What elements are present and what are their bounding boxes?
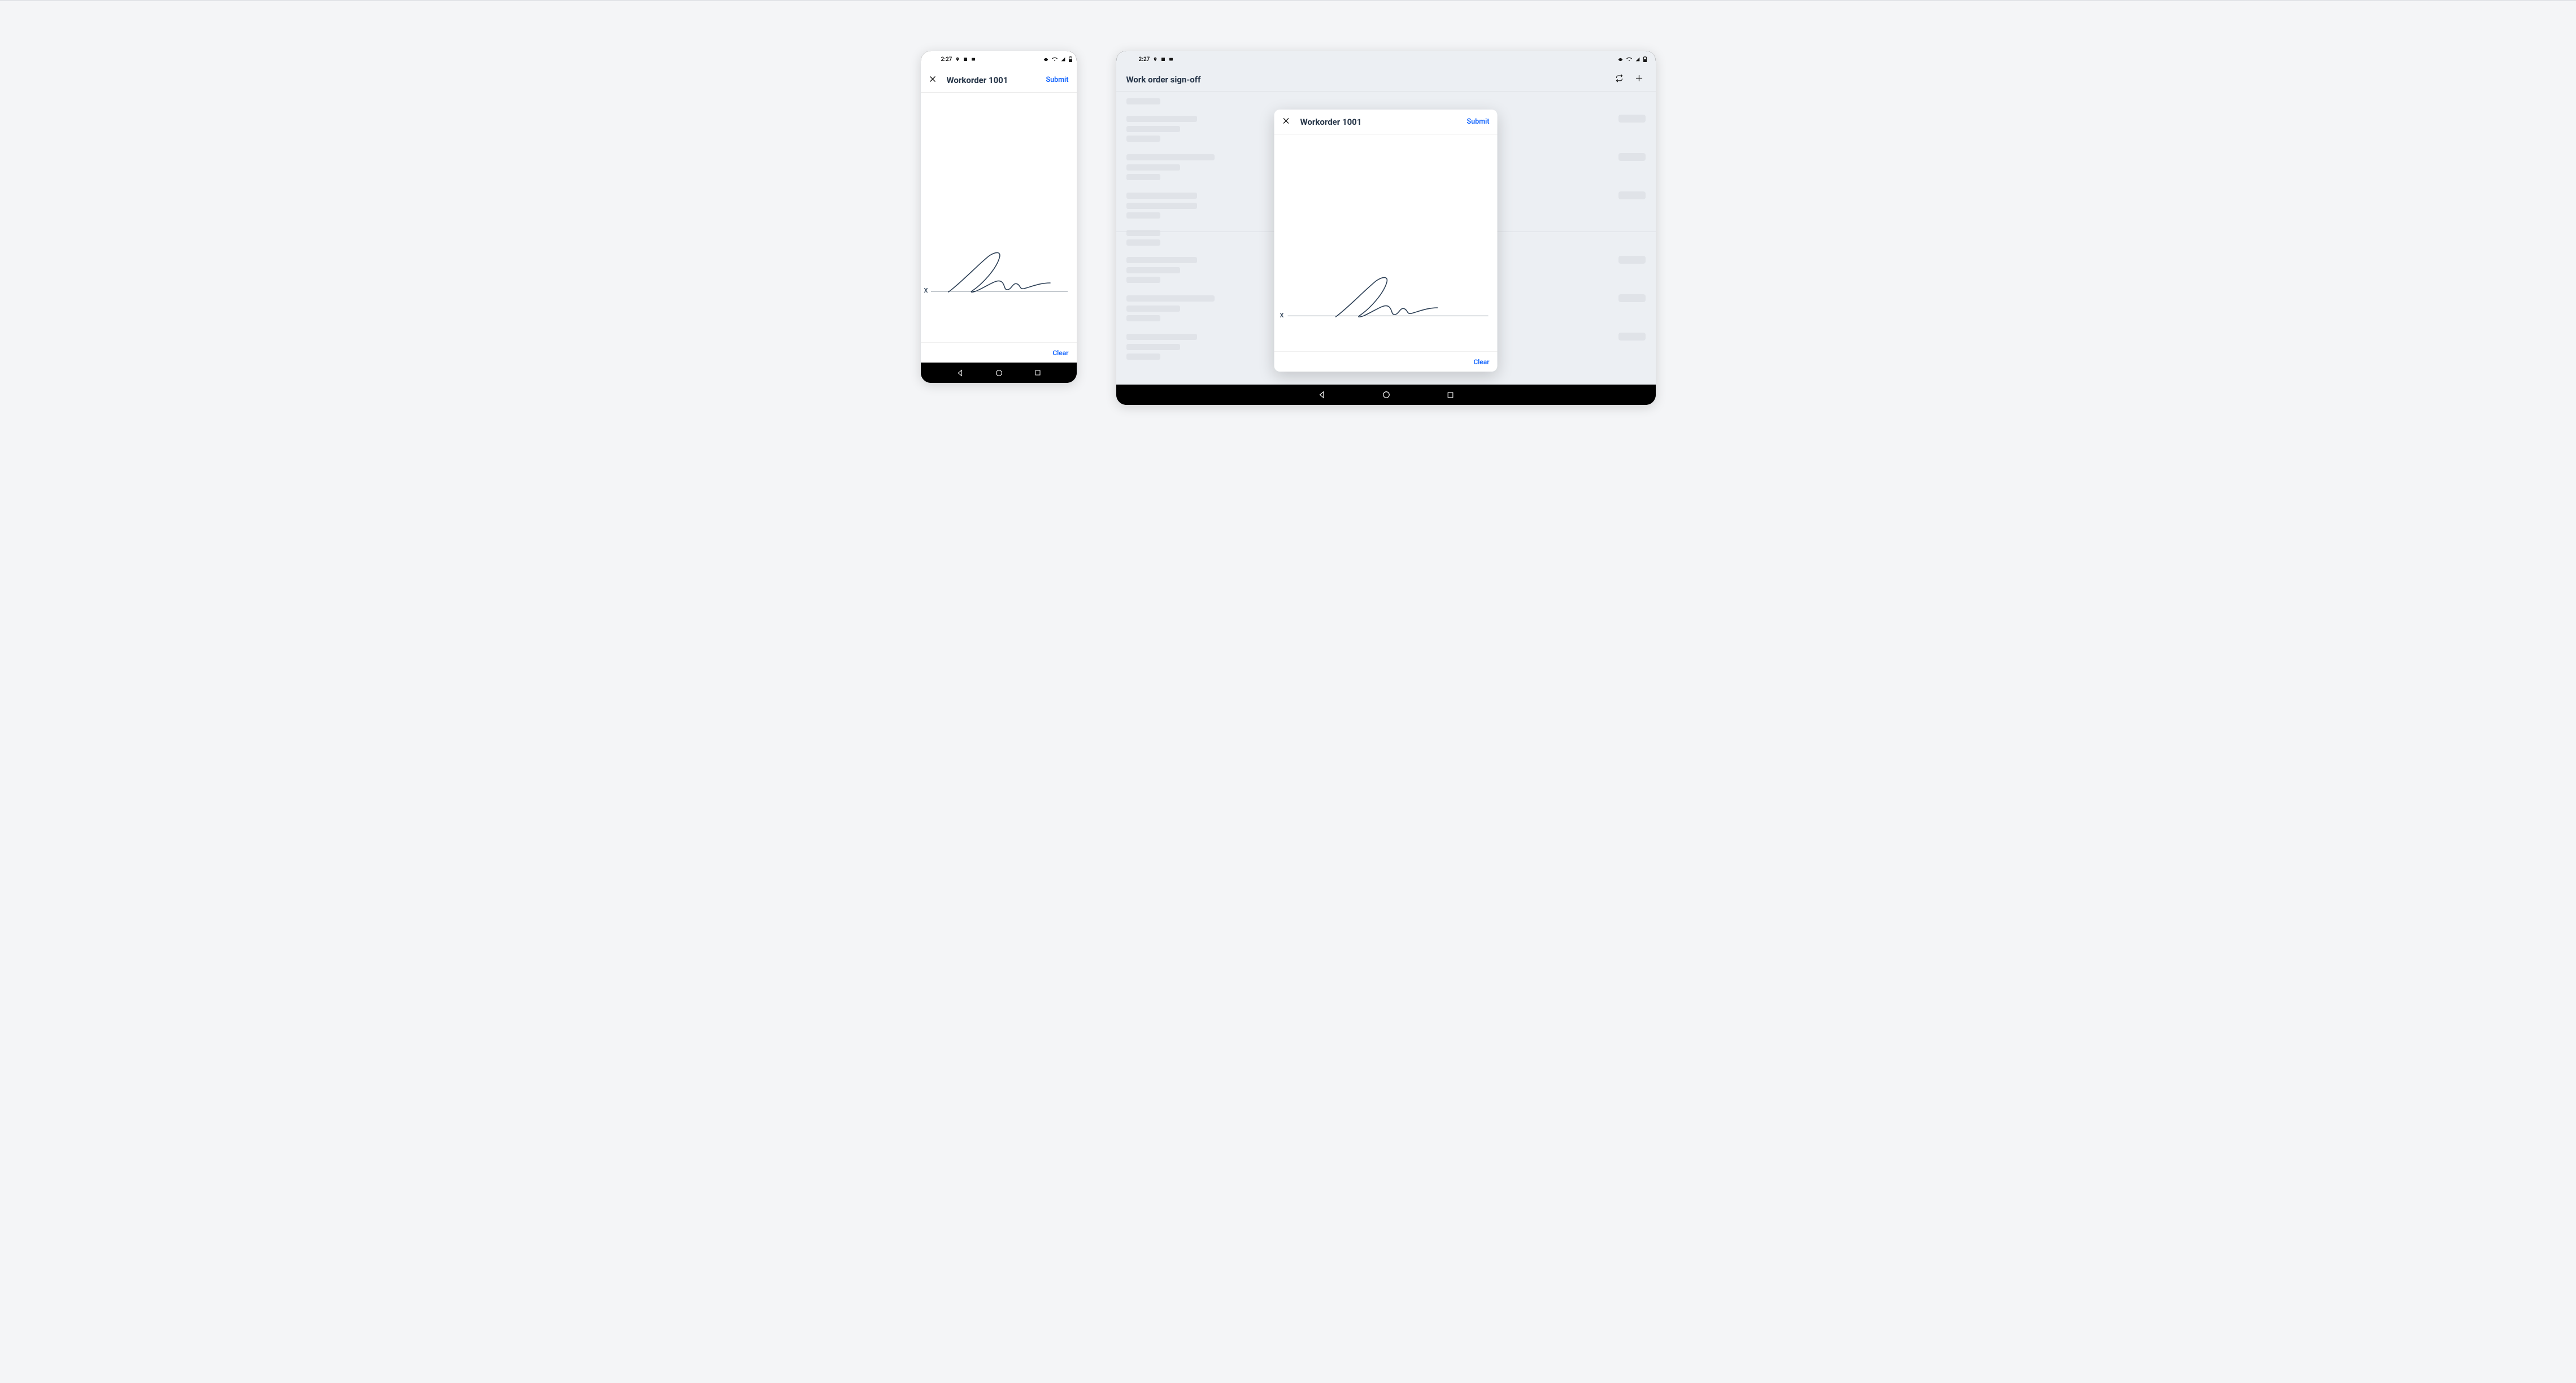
skeleton-line bbox=[1126, 315, 1160, 321]
skeleton-pill bbox=[1618, 333, 1646, 341]
back-icon[interactable] bbox=[956, 369, 964, 377]
android-nav-bar bbox=[1116, 385, 1656, 405]
signature-canvas[interactable]: X bbox=[1274, 134, 1498, 351]
modal-title: Workorder 1001 bbox=[1300, 117, 1457, 127]
signature-canvas[interactable]: X bbox=[921, 93, 1077, 342]
battery-icon bbox=[1643, 56, 1647, 62]
phone-appbar: Workorder 1001 Submit bbox=[921, 68, 1077, 93]
image-icon bbox=[963, 57, 968, 62]
skeleton-line bbox=[1126, 98, 1160, 104]
back-icon[interactable] bbox=[1318, 391, 1326, 399]
phone-title: Workorder 1001 bbox=[947, 75, 1036, 85]
skeleton-line bbox=[1126, 257, 1197, 263]
submit-button[interactable]: Submit bbox=[1467, 117, 1490, 126]
phone-device-frame: 2:27 Workorder 1001 Submit X bbox=[921, 51, 1077, 383]
battery-icon bbox=[1069, 56, 1072, 62]
signature-line-group: X bbox=[921, 246, 1077, 291]
skeleton-line bbox=[1126, 136, 1160, 142]
phone-screen: 2:27 Workorder 1001 Submit X bbox=[921, 51, 1077, 363]
eye-icon bbox=[1618, 57, 1623, 62]
close-icon[interactable] bbox=[1282, 116, 1290, 127]
skeleton-line bbox=[1126, 306, 1180, 312]
add-icon[interactable] bbox=[1633, 72, 1646, 87]
skeleton-pill bbox=[1618, 115, 1646, 123]
clear-bar: Clear bbox=[921, 342, 1077, 363]
skeleton-line bbox=[1126, 154, 1215, 160]
modal-appbar: Workorder 1001 Submit bbox=[1274, 110, 1498, 134]
home-icon[interactable] bbox=[995, 369, 1003, 377]
skeleton-line bbox=[1126, 203, 1197, 209]
status-time: 2:27 bbox=[1139, 56, 1150, 63]
skeleton-line bbox=[1126, 126, 1180, 132]
skeleton-line bbox=[1126, 334, 1197, 340]
wifi-icon bbox=[1052, 57, 1058, 62]
skeleton-line bbox=[1126, 230, 1160, 236]
recents-icon[interactable] bbox=[1034, 369, 1041, 376]
refresh-icon[interactable] bbox=[1613, 72, 1626, 87]
signature-stroke bbox=[1329, 275, 1442, 318]
signature-x-mark: X bbox=[1280, 312, 1284, 319]
tablet-page-header: Work order sign-off bbox=[1116, 68, 1656, 91]
skeleton-line bbox=[1126, 116, 1197, 122]
clear-button[interactable]: Clear bbox=[1473, 358, 1489, 366]
image-icon bbox=[1161, 57, 1165, 62]
signature-line-group: X bbox=[1274, 271, 1498, 316]
skeleton-pill bbox=[1618, 191, 1646, 199]
signal-icon bbox=[1061, 57, 1065, 62]
signature-stroke bbox=[945, 250, 1052, 293]
tablet-background-content: Workorder 1001 Submit X Clear bbox=[1116, 91, 1656, 385]
clear-button[interactable]: Clear bbox=[1052, 349, 1068, 357]
location-icon bbox=[1153, 57, 1158, 62]
skeleton-line bbox=[1126, 354, 1160, 360]
tablet-device-frame: 2:27 Work order sign-off bbox=[1116, 51, 1656, 405]
status-bar: 2:27 bbox=[921, 51, 1077, 68]
skeleton-line bbox=[1126, 277, 1160, 283]
signature-x-mark: X bbox=[924, 287, 928, 294]
skeleton-line bbox=[1126, 212, 1160, 219]
signal-icon bbox=[1635, 57, 1640, 62]
skeleton-line bbox=[1126, 295, 1215, 302]
skeleton-line bbox=[1126, 193, 1197, 199]
home-icon[interactable] bbox=[1382, 391, 1390, 399]
location-icon bbox=[955, 57, 960, 62]
wifi-icon bbox=[1626, 57, 1632, 62]
skeleton-line bbox=[1126, 174, 1160, 180]
skeleton-pill bbox=[1618, 153, 1646, 161]
recents-icon[interactable] bbox=[1447, 391, 1454, 399]
card-icon bbox=[971, 57, 976, 62]
status-bar: 2:27 bbox=[1116, 51, 1656, 68]
skeleton-pill bbox=[1618, 256, 1646, 264]
tablet-page-title: Work order sign-off bbox=[1126, 75, 1606, 85]
skeleton-pill bbox=[1618, 294, 1646, 302]
status-time: 2:27 bbox=[941, 56, 952, 63]
eye-icon bbox=[1043, 57, 1048, 62]
skeleton-line bbox=[1126, 267, 1180, 273]
close-icon[interactable] bbox=[929, 75, 937, 85]
submit-button[interactable]: Submit bbox=[1046, 76, 1069, 84]
android-nav-bar bbox=[921, 363, 1077, 383]
skeleton-line bbox=[1126, 239, 1160, 246]
tablet-screen: 2:27 Work order sign-off bbox=[1116, 51, 1656, 385]
skeleton-line bbox=[1126, 164, 1180, 171]
card-icon bbox=[1169, 57, 1173, 62]
signature-modal: Workorder 1001 Submit X Clear bbox=[1274, 110, 1498, 372]
skeleton-line bbox=[1126, 344, 1180, 350]
clear-bar: Clear bbox=[1274, 351, 1498, 372]
